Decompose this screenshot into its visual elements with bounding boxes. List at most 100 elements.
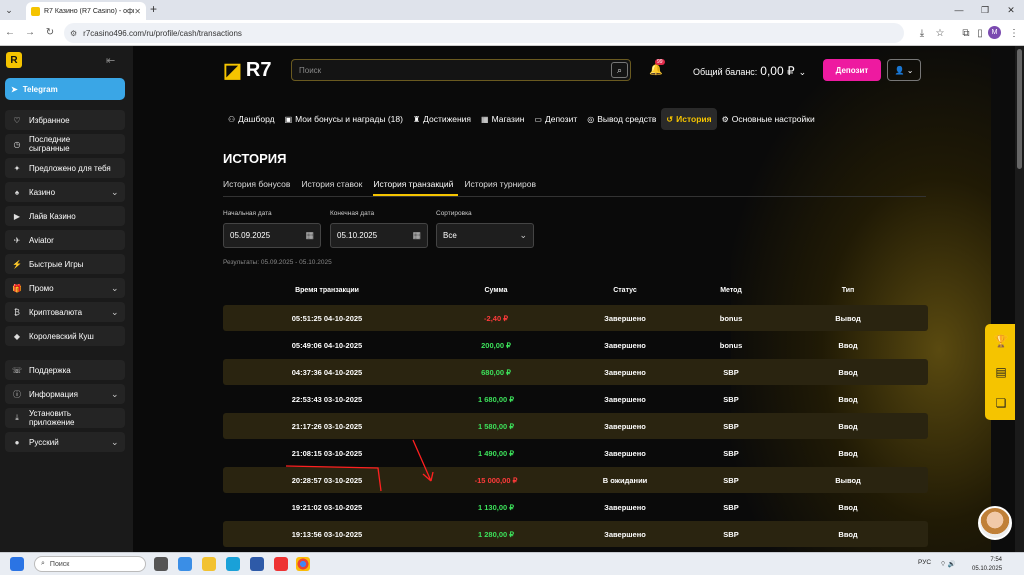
calendar-icon[interactable]: ▦: [412, 230, 421, 241]
back-icon[interactable]: ←: [0, 20, 20, 46]
sidebar-item[interactable]: ♡ Избранное: [5, 110, 125, 130]
taskbar-clock[interactable]: 7:54 05.10.2025: [972, 556, 1002, 574]
new-tab-button[interactable]: +: [150, 2, 157, 16]
history-subtab[interactable]: История бонусов: [223, 179, 295, 196]
cell-amount: 1 490,00 ₽: [477, 449, 515, 458]
menu-item-label: Магазин: [491, 114, 525, 124]
forward-icon[interactable]: →: [20, 20, 40, 46]
sidebar-item[interactable]: ◆ Королевский Куш: [5, 326, 125, 346]
deposit-button[interactable]: Депозит: [823, 59, 881, 81]
r7-small-logo[interactable]: R: [6, 52, 22, 68]
menu-item[interactable]: ▦ Магазин: [476, 108, 529, 130]
minimize-icon[interactable]: —: [946, 0, 972, 20]
install-app-icon[interactable]: ⤓: [912, 23, 932, 43]
task-view-icon[interactable]: [154, 557, 168, 571]
menu-item[interactable]: ▭ Депозит: [529, 108, 582, 130]
start-date-input[interactable]: 05.09.2025 ▦: [223, 223, 321, 248]
menu-item-label: Мои бонусы и награды (18): [295, 114, 403, 124]
chevron-down-icon: ⌄: [111, 388, 119, 399]
reload-icon[interactable]: ↻: [40, 20, 60, 46]
history-subtab[interactable]: История ставок: [301, 179, 367, 196]
collapse-sidebar-icon[interactable]: ⇤: [106, 54, 115, 67]
sidepanel-icon[interactable]: ▯: [970, 23, 990, 43]
notifications-bell-icon[interactable]: 🔔 99: [649, 59, 665, 76]
yandex-icon[interactable]: [274, 557, 288, 571]
r7-logo[interactable]: ◪ R7: [223, 58, 271, 83]
calendar-icon[interactable]: ▦: [305, 230, 314, 241]
sidebar-item[interactable]: ♠ Казино ⌄: [5, 182, 125, 202]
sidebar-item[interactable]: ⤓ Установить приложение: [5, 408, 125, 428]
cell-status: Завершено: [604, 395, 646, 404]
chrome-icon[interactable]: [296, 557, 310, 571]
history-subtab[interactable]: История транзакций: [373, 179, 459, 196]
trophy-icon[interactable]: 🏆: [985, 326, 1017, 356]
page-scrollbar[interactable]: [1015, 46, 1024, 552]
edge-icon[interactable]: [226, 557, 240, 571]
url-field[interactable]: ⚙ r7casino496.com/ru/profile/cash/transa…: [64, 23, 904, 43]
menu-item[interactable]: ⚙ Основные настройки: [717, 108, 820, 130]
shop-icon[interactable]: ▤: [985, 357, 1017, 387]
taskbar-search[interactable]: ⌕ Поиск: [34, 556, 146, 572]
cell-method: SBP: [723, 476, 739, 485]
sidebar-item[interactable]: ✦ Предложено для тебя: [5, 158, 125, 178]
site-info-icon[interactable]: ⚙: [70, 29, 77, 38]
window-controls: — ❐ ✕: [946, 0, 1024, 20]
search-icon[interactable]: ⌕: [611, 62, 628, 78]
menu-item[interactable]: ↺ История: [661, 108, 717, 130]
sidebar-item-label: Избранное: [29, 115, 70, 125]
menu-item[interactable]: ⚇ Дашборд: [223, 108, 280, 130]
cell-time: 22:53:43 03-10-2025: [291, 395, 363, 404]
scrollbar-thumb[interactable]: [1017, 49, 1022, 169]
balance-dropdown[interactable]: Общий баланс: 0,00 ₽ ⌄: [693, 64, 806, 78]
sidebar-item[interactable]: ☏ Поддержка: [5, 360, 125, 380]
sidebar-item[interactable]: ◷ Последние сыгранные: [5, 134, 125, 154]
cell-type: Ввод: [838, 449, 858, 458]
star-icon: ✦: [13, 163, 21, 173]
sidebar-item[interactable]: ⚡ Быстрые Игры: [5, 254, 125, 274]
end-date-input[interactable]: 05.10.2025 ▦: [330, 223, 428, 248]
cell-time: 21:17:26 03-10-2025: [291, 422, 363, 431]
support-chat-avatar[interactable]: [978, 506, 1012, 540]
cards-icon[interactable]: ❏: [985, 388, 1017, 418]
file-explorer-icon[interactable]: [202, 557, 216, 571]
start-icon[interactable]: [10, 557, 24, 571]
browser-menu-icon[interactable]: ⋮: [1004, 23, 1024, 43]
menu-item-label: Депозит: [544, 114, 578, 124]
sidebar-item[interactable]: 🎁 Промо ⌄: [5, 278, 125, 298]
cell-status: В ожидании: [602, 476, 648, 485]
menu-item[interactable]: ▣ Мои бонусы и награды (18): [280, 108, 408, 130]
restore-icon[interactable]: ❐: [972, 0, 998, 20]
network-icon[interactable]: ⌔ 🔊: [940, 559, 956, 568]
close-window-icon[interactable]: ✕: [998, 0, 1024, 20]
chevron-down-icon: ⌄: [519, 230, 527, 240]
sidebar-item[interactable]: ▶ Лайв Казино: [5, 206, 125, 226]
tab-close-icon[interactable]: ✕: [134, 7, 141, 16]
bookmark-star-icon[interactable]: ☆: [930, 23, 950, 43]
menu-item-label: История: [676, 114, 712, 124]
sidebar-item[interactable]: ● Русский ⌄: [5, 432, 125, 452]
sidebar-item[interactable]: ✈ Aviator: [5, 230, 125, 250]
main-content: ◪ R7 Поиск ⌕ 🔔 99 Общий баланс: 0,00 ₽ ⌄ Де…: [133, 46, 991, 552]
menu-item[interactable]: ◎ Вывод средств: [582, 108, 661, 130]
history-subtab[interactable]: История турниров: [464, 179, 541, 196]
search-input[interactable]: Поиск ⌕: [291, 59, 631, 81]
sort-select[interactable]: Все ⌄: [436, 223, 534, 248]
diamond-icon: ◆: [13, 331, 21, 341]
store-icon[interactable]: [250, 557, 264, 571]
profile-avatar[interactable]: M: [988, 26, 1001, 39]
sidebar-item[interactable]: ₿ Криптовалюта ⌄: [5, 302, 125, 322]
column-header: Тип: [841, 287, 855, 294]
telegram-button[interactable]: ➤ Telegram: [5, 78, 125, 100]
menu-item[interactable]: ♜ Достижения: [408, 108, 476, 130]
sidebar-item-label: Лайв Казино: [29, 211, 76, 221]
user-menu-button[interactable]: 👤 ⌄: [887, 59, 921, 81]
tab-search-icon[interactable]: ⌄: [0, 0, 18, 20]
menu-item-label: Достижения: [423, 114, 472, 124]
language-indicator[interactable]: РУС: [918, 559, 931, 566]
cell-amount: 1 130,00 ₽: [477, 503, 515, 512]
cell-amount: -15 000,00 ₽: [474, 476, 518, 485]
widgets-icon[interactable]: [178, 557, 192, 571]
browser-tab[interactable]: R7 Казино (R7 Casino) - офици... ✕: [26, 2, 146, 20]
sidebar-item[interactable]: ⓘ Информация ⌄: [5, 384, 125, 404]
cell-time: 05:49:06 04-10-2025: [291, 341, 363, 350]
